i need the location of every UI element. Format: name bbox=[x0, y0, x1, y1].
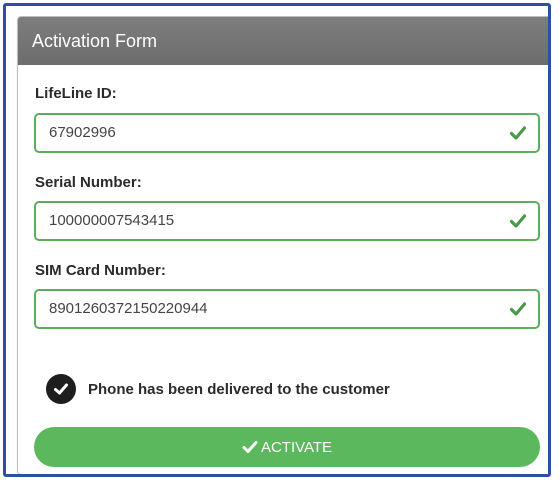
screenshot-frame: Activation Form LifeLine ID: 67902996 Se… bbox=[3, 3, 551, 477]
sim-card-number-field[interactable]: 8901260372150220944 bbox=[34, 289, 540, 329]
delivery-confirmation-label: Phone has been delivered to the customer bbox=[88, 380, 390, 398]
valid-check-icon bbox=[509, 302, 527, 316]
activation-form-panel: Activation Form LifeLine ID: 67902996 Se… bbox=[17, 16, 548, 474]
lifeline-id-label: LifeLine ID: bbox=[35, 85, 117, 102]
lifeline-id-field[interactable]: 67902996 bbox=[34, 113, 540, 153]
sim-card-number-value: 8901260372150220944 bbox=[49, 300, 208, 317]
valid-check-icon bbox=[509, 126, 527, 140]
check-icon bbox=[54, 383, 68, 395]
serial-number-field[interactable]: 100000007543415 bbox=[34, 201, 540, 241]
delivery-confirmation[interactable]: Phone has been delivered to the customer bbox=[46, 373, 390, 405]
serial-number-value: 100000007543415 bbox=[49, 212, 175, 229]
activate-button[interactable]: ACTIVATE bbox=[34, 427, 540, 467]
delivery-confirmation-checkbox[interactable] bbox=[46, 374, 76, 404]
panel-header: Activation Form bbox=[18, 17, 548, 65]
sim-card-number-label: SIM Card Number: bbox=[35, 262, 166, 279]
activate-button-label: ACTIVATE bbox=[260, 438, 333, 456]
lifeline-id-value: 67902996 bbox=[49, 124, 116, 141]
valid-check-icon bbox=[509, 214, 527, 228]
check-icon bbox=[242, 441, 258, 453]
serial-number-label: Serial Number: bbox=[35, 174, 142, 191]
form-title: Activation Form bbox=[32, 31, 158, 51]
